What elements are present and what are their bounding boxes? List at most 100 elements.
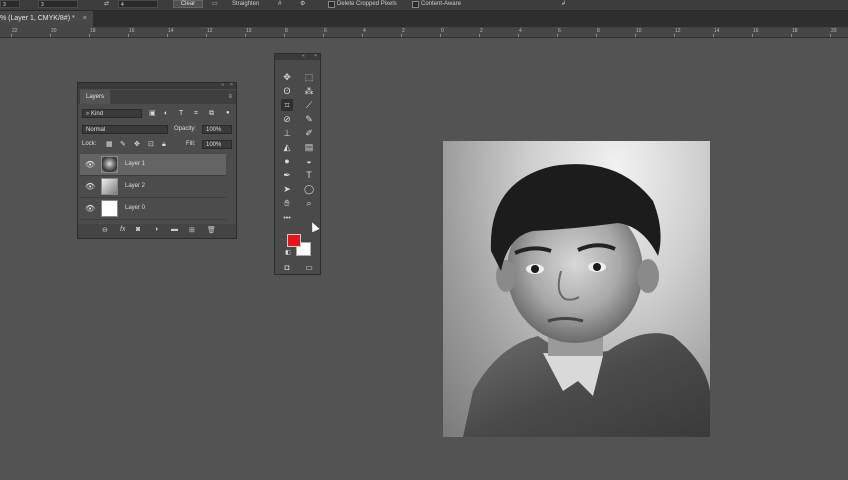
healing-brush-tool-icon[interactable]: ⊘ (281, 113, 293, 125)
ruler-tick-label: 10 (246, 28, 252, 34)
ruler-tick (50, 34, 51, 37)
quick-mask-icon[interactable]: ◘ (281, 262, 293, 274)
ruler-tick-label: 6 (324, 28, 327, 34)
trash-icon[interactable]: 🗑︎ (207, 226, 216, 234)
add-mask-icon[interactable]: ◙ (136, 226, 140, 233)
more-tools-icon[interactable]: ••• (281, 213, 293, 225)
screen-mode-icon[interactable]: ▭ (303, 262, 315, 274)
filter-shape-icon[interactable]: ⌗ (194, 109, 198, 118)
foreground-color-swatch[interactable] (287, 234, 301, 247)
new-layer-icon[interactable]: ⊞ (189, 226, 195, 234)
lock-transparent-icon[interactable]: ▦ (106, 140, 113, 149)
lock-label: Lock: (82, 141, 97, 147)
filter-toggle-icon[interactable]: ● (226, 109, 230, 118)
tools-panel-header[interactable]: « × (275, 53, 320, 60)
filter-adjustment-icon[interactable]: ◐ (164, 109, 168, 118)
layer-row-layer-0[interactable]: 👁︎ Layer 0 (80, 198, 226, 220)
ruler-tick-label: 18 (792, 28, 798, 34)
fill-label: Fill: (186, 141, 196, 147)
move-tool-icon[interactable]: ✥ (281, 71, 293, 83)
lock-all-icon[interactable]: 🔒︎ (162, 140, 166, 149)
panel-menu-icon[interactable]: ≡ (228, 94, 232, 100)
ruler-tick-label: 14 (168, 28, 174, 34)
layer-name[interactable]: Layer 2 (125, 183, 145, 189)
blend-mode-select[interactable]: Normal (82, 125, 168, 134)
option-field-1[interactable]: 3 (0, 0, 20, 8)
swap-icon[interactable]: ⇄ (104, 0, 109, 8)
ruler-tick (557, 34, 558, 37)
blur-tool-icon[interactable]: ● (281, 155, 293, 167)
collapse-panel-icon[interactable]: « (221, 82, 224, 88)
layer-row-layer-1[interactable]: 👁︎ Layer 1 (80, 154, 226, 176)
gear-icon[interactable]: ⚙ (300, 0, 305, 8)
filter-pixel-icon[interactable]: ▣ (149, 109, 156, 118)
eyedropper-tool-icon[interactable]: ⟋ (303, 99, 315, 111)
pen-tool-icon[interactable]: ✒ (281, 169, 293, 181)
close-tab-icon[interactable]: × (83, 15, 87, 22)
lasso-tool-icon[interactable]: ʘ (281, 85, 293, 97)
layer-name[interactable]: Layer 1 (125, 161, 145, 167)
content-aware-checkbox[interactable] (412, 1, 419, 8)
opacity-input[interactable]: 100% (202, 125, 232, 134)
dodge-tool-icon[interactable]: ◒ (303, 155, 315, 167)
document-tab[interactable]: % (Layer 1, CMYK/8#) * × (0, 11, 93, 27)
clear-button[interactable]: Clear (173, 0, 203, 8)
zoom-tool-icon[interactable]: ⌕ (303, 197, 315, 209)
fill-input[interactable]: 100% (202, 140, 232, 149)
magic-wand-tool-icon[interactable]: ⁂ (303, 85, 315, 97)
opacity-label: Opacity: (174, 126, 197, 132)
lock-artboard-icon[interactable]: ⊡ (148, 140, 154, 149)
gradient-tool-icon[interactable]: ▤ (303, 141, 315, 153)
adjustment-layer-icon[interactable]: ◑ (154, 226, 158, 233)
ruler-tick-label: 12 (207, 28, 213, 34)
fx-icon[interactable]: fx (120, 226, 125, 233)
close-tools-icon[interactable]: × (314, 53, 317, 59)
lock-image-icon[interactable]: ✎ (120, 140, 126, 149)
document-tab-bar: % (Layer 1, CMYK/8#) * × (0, 11, 848, 27)
ruler-tick (362, 34, 363, 37)
layer-name[interactable]: Layer 0 (125, 205, 145, 211)
ruler-tick (791, 34, 792, 37)
filter-smart-object-icon[interactable]: ⧉ (209, 109, 214, 118)
history-brush-tool-icon[interactable]: ✐ (303, 127, 315, 139)
layer-row-layer-2[interactable]: 👁︎ Layer 2 (80, 176, 226, 198)
ruler-tick (206, 34, 207, 37)
ruler-tick (401, 34, 402, 37)
ruler-tick-label: 6 (558, 28, 561, 34)
layers-panel-header[interactable]: « × (78, 82, 236, 89)
close-panel-icon[interactable]: × (230, 82, 233, 88)
eye-icon[interactable]: 👁︎ (85, 160, 95, 169)
marquee-tool-icon[interactable]: ⬚ (303, 71, 315, 83)
ruler-tick (713, 34, 714, 37)
ellipse-tool-icon[interactable]: ◯ (303, 183, 315, 195)
default-colors-icon[interactable]: ◧ (282, 247, 294, 259)
straighten-icon[interactable]: ▭ (212, 0, 218, 8)
delete-cropped-checkbox[interactable] (328, 1, 335, 8)
filter-type-icon[interactable]: T (179, 109, 183, 118)
eye-icon[interactable]: 👁︎ (85, 204, 95, 213)
document-canvas[interactable] (443, 141, 710, 437)
eye-icon[interactable]: 👁︎ (85, 182, 95, 191)
brush-tool-icon[interactable]: ✎ (303, 113, 315, 125)
clone-stamp-tool-icon[interactable]: ⊥ (281, 127, 293, 139)
crop-tool-icon[interactable]: ⌗ (281, 99, 293, 111)
link-layers-icon[interactable]: ⊖ (102, 226, 108, 234)
ruler-tick (11, 34, 12, 37)
layer-filter-select[interactable]: ⌕ Kind (82, 109, 142, 118)
eraser-tool-icon[interactable]: ◭ (281, 141, 293, 153)
grid-overlay-icon[interactable]: # (278, 0, 281, 8)
commit-crop-icon[interactable]: ↲ (561, 0, 566, 8)
type-tool-icon[interactable]: T (303, 169, 315, 181)
path-selection-tool-icon[interactable]: ➤ (281, 183, 293, 195)
lock-position-icon[interactable]: ✥ (134, 140, 140, 149)
tab-layers[interactable]: Layers (80, 90, 110, 104)
ruler-tick (674, 34, 675, 37)
horizontal-ruler[interactable]: 2220181614121086420246810121416182022 (0, 27, 848, 38)
option-field-2[interactable]: 3 (38, 0, 78, 8)
ruler-tick (89, 34, 90, 37)
option-field-3[interactable]: 4 (118, 0, 158, 8)
collapse-tools-icon[interactable]: « (302, 53, 305, 59)
straighten-label[interactable]: Straighten (232, 0, 259, 8)
hand-tool-icon[interactable]: ✋︎ (281, 197, 293, 209)
new-group-icon[interactable]: ▬ (171, 226, 178, 233)
